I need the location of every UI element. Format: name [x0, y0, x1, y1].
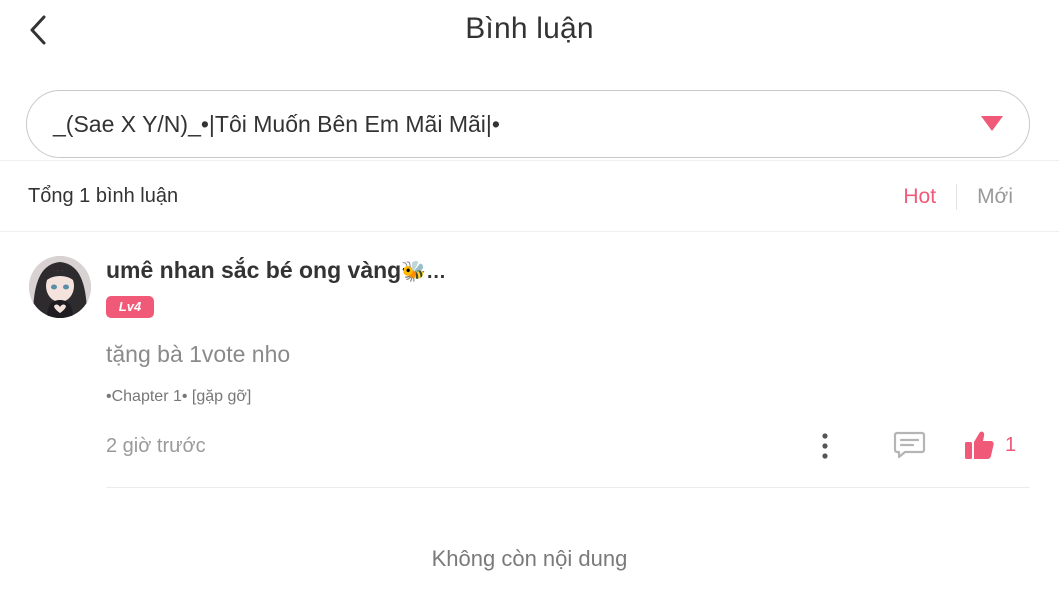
tab-new[interactable]: Mới [977, 185, 1013, 209]
divider [0, 160, 1059, 161]
level-badge: Lv4 [106, 296, 154, 318]
divider [106, 487, 1030, 488]
caret-down-icon [981, 116, 1003, 131]
comment-text: tặng bà 1vote nho [106, 341, 291, 367]
avatar-image [29, 256, 91, 318]
reply-button[interactable] [893, 430, 927, 460]
end-of-content-label: Không còn nội dung [431, 546, 628, 571]
comment-username[interactable]: umê nhan sắc bé ong vàng🐝… [106, 257, 446, 284]
username-text: umê nhan sắc bé ong vàng [106, 257, 402, 283]
more-options-button[interactable] [812, 432, 838, 460]
sort-tabs: Hot Mới [903, 184, 1013, 210]
comment-timestamp: 2 giờ trước [106, 435, 206, 457]
tab-hot[interactable]: Hot [903, 185, 936, 209]
thumbs-up-icon [965, 431, 994, 459]
comment-icon [893, 431, 926, 459]
chapter-reference[interactable]: •Chapter 1• [gặp gỡ] [106, 388, 251, 406]
header: Bình luận [0, 0, 1059, 64]
bee-emoji: 🐝… [401, 261, 447, 283]
story-select-dropdown[interactable]: _(Sae X Y/N)_•|Tôi Muốn Bên Em Mãi Mãi|• [26, 90, 1030, 158]
divider [0, 231, 1059, 232]
avatar[interactable] [29, 256, 91, 318]
story-select-value: _(Sae X Y/N)_•|Tôi Muốn Bên Em Mãi Mãi|• [53, 111, 500, 137]
more-vertical-icon [822, 433, 828, 459]
like-count: 1 [1005, 433, 1017, 456]
tab-separator [956, 184, 958, 210]
page-title: Bình luận [465, 12, 594, 45]
comments-page: Bình luận _(Sae X Y/N)_•|Tôi Muốn Bên Em… [0, 0, 1059, 600]
like-button[interactable]: 1 [963, 428, 1016, 462]
comment-count: Tổng 1 bình luận [28, 185, 179, 207]
